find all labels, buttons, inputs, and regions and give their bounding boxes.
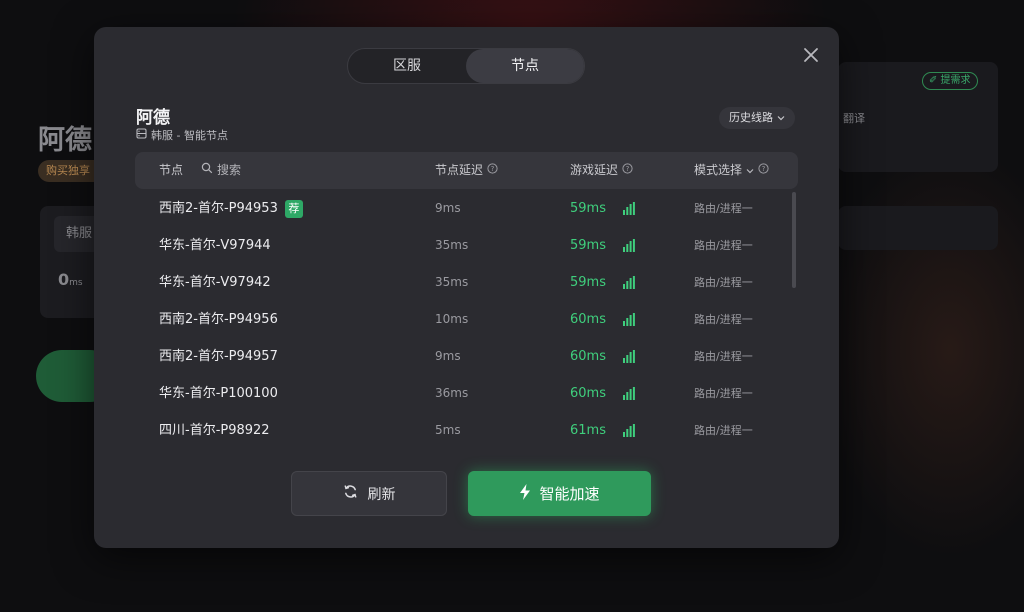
column-game-latency-label: 游戏延迟	[570, 163, 619, 177]
node-latency: 35ms	[435, 275, 469, 289]
signal-bars-icon	[623, 276, 635, 293]
column-node-latency-label: 节点延迟	[435, 163, 484, 177]
recommended-badge: 荐	[284, 199, 303, 218]
mode-value: 路由/进程一	[694, 276, 753, 289]
server-icon	[136, 128, 147, 142]
column-mode-label: 模式选择	[694, 163, 743, 177]
node-name: 西南2-首尔-P94956	[159, 312, 278, 327]
signal-bars-icon	[623, 239, 635, 256]
node-list: 西南2-首尔-P94953 荐 9ms 59ms 路由/进程一 华东-首尔-V9…	[135, 190, 798, 450]
game-title: 阿德	[136, 108, 170, 128]
search-placeholder: 搜索	[217, 163, 242, 177]
node-name-cell: 华东-首尔-P100100	[159, 375, 278, 412]
table-row[interactable]: 华东-首尔-V97942 35ms 59ms 路由/进程一	[135, 264, 785, 301]
node-name-cell: 四川-首尔-P98922	[159, 412, 270, 449]
table-row[interactable]: 华东-首尔-P100100 36ms 60ms 路由/进程一	[135, 375, 785, 412]
node-name-cell: 西南2-首尔-P94957	[159, 338, 278, 375]
node-table-header: 节点 搜索 节点延迟 ? 游戏延迟 ? 模式选择 ?	[135, 152, 798, 189]
signal-bars-icon	[623, 350, 635, 367]
mode-value: 路由/进程一	[694, 202, 753, 215]
mode-value: 路由/进程一	[694, 350, 753, 363]
node-latency: 9ms	[435, 201, 461, 215]
table-row[interactable]: 西南2-首尔-P94956 10ms 60ms 路由/进程一	[135, 301, 785, 338]
server-info-text: 韩服 - 智能节点	[151, 129, 228, 142]
chevron-down-icon	[777, 107, 785, 129]
background-art-right	[820, 140, 1024, 560]
node-latency: 10ms	[435, 312, 469, 326]
game-latency: 61ms	[570, 423, 606, 438]
background-latency-unit: ms	[69, 278, 83, 288]
signal-bars-icon	[623, 424, 635, 441]
node-name-cell: 西南2-首尔-P94956	[159, 301, 278, 338]
tab-switcher: 区服 节点	[347, 48, 585, 84]
node-name-cell: 西南2-首尔-P94953 荐	[159, 190, 303, 227]
game-latency: 60ms	[570, 386, 606, 401]
background-latency-value: 0	[58, 270, 70, 289]
refresh-button[interactable]: 刷新	[291, 471, 447, 516]
help-icon[interactable]: ?	[758, 152, 769, 189]
background-game-title: 阿德	[38, 125, 92, 156]
table-row[interactable]: 西南2-首尔-P94957 9ms 60ms 路由/进程一	[135, 338, 785, 375]
signal-bars-icon	[623, 387, 635, 404]
mode-value: 路由/进程一	[694, 313, 753, 326]
game-latency: 60ms	[570, 349, 606, 364]
node-select-modal: 区服 节点 阿德 韩服 - 智能节点 历史线路 节点 搜索 节点延迟 ? 游戏延…	[94, 27, 839, 548]
node-name-cell: 华东-首尔-V97942	[159, 264, 271, 301]
node-name: 华东-首尔-P100100	[159, 386, 278, 401]
history-routes-label: 历史线路	[729, 111, 773, 124]
refresh-icon	[343, 484, 358, 503]
node-name-cell: 华东-首尔-V97944	[159, 227, 271, 264]
search-icon	[201, 152, 213, 189]
node-latency: 9ms	[435, 349, 461, 363]
mode-value: 路由/进程一	[694, 424, 753, 437]
table-row[interactable]: 华东-首尔-V97944 35ms 59ms 路由/进程一	[135, 227, 785, 264]
search-input[interactable]: 搜索	[201, 152, 241, 189]
svg-text:?: ?	[626, 165, 630, 173]
chevron-down-icon	[746, 152, 754, 189]
server-info: 韩服 - 智能节点	[136, 127, 228, 143]
tab-node[interactable]: 节点	[466, 49, 584, 83]
background-right-card-2	[838, 206, 998, 250]
background-request-tag: ✐ 提需求	[922, 72, 978, 90]
node-name: 西南2-首尔-P94957	[159, 349, 278, 364]
table-row[interactable]: 西南2-首尔-P94953 荐 9ms 59ms 路由/进程一	[135, 190, 785, 227]
node-name: 华东-首尔-V97944	[159, 238, 271, 253]
game-latency: 60ms	[570, 312, 606, 327]
column-node-latency: 节点延迟 ?	[435, 152, 498, 189]
help-icon[interactable]: ?	[487, 152, 498, 189]
game-latency: 59ms	[570, 238, 606, 253]
node-name: 四川-首尔-P98922	[159, 423, 270, 438]
mode-value: 路由/进程一	[694, 239, 753, 252]
smart-accelerate-label: 智能加速	[539, 485, 600, 503]
node-name: 西南2-首尔-P94953	[159, 201, 278, 216]
close-icon[interactable]	[801, 45, 821, 65]
column-mode-select[interactable]: 模式选择 ?	[694, 152, 769, 189]
node-name: 华东-首尔-V97942	[159, 275, 271, 290]
help-icon[interactable]: ?	[622, 152, 633, 189]
smart-accelerate-button[interactable]: 智能加速	[468, 471, 651, 516]
background-translate-text: 翻译	[843, 112, 865, 125]
game-latency: 59ms	[570, 275, 606, 290]
svg-text:?: ?	[491, 165, 495, 173]
refresh-label: 刷新	[367, 486, 396, 503]
node-latency: 36ms	[435, 386, 469, 400]
node-latency: 5ms	[435, 423, 461, 437]
svg-text:?: ?	[762, 165, 766, 173]
table-row[interactable]: 四川-首尔-P98922 5ms 61ms 路由/进程一	[135, 412, 785, 449]
history-routes-button[interactable]: 历史线路	[719, 107, 795, 129]
signal-bars-icon	[623, 313, 635, 330]
column-game-latency: 游戏延迟 ?	[570, 152, 633, 189]
scrollbar-thumb[interactable]	[792, 192, 796, 288]
node-latency: 35ms	[435, 238, 469, 252]
background-latency: 0ms	[58, 270, 83, 289]
lightning-icon	[519, 483, 531, 504]
signal-bars-icon	[623, 202, 635, 219]
column-node: 节点	[159, 163, 184, 177]
mode-value: 路由/进程一	[694, 387, 753, 400]
game-latency: 59ms	[570, 201, 606, 216]
tab-server[interactable]: 区服	[348, 49, 466, 83]
